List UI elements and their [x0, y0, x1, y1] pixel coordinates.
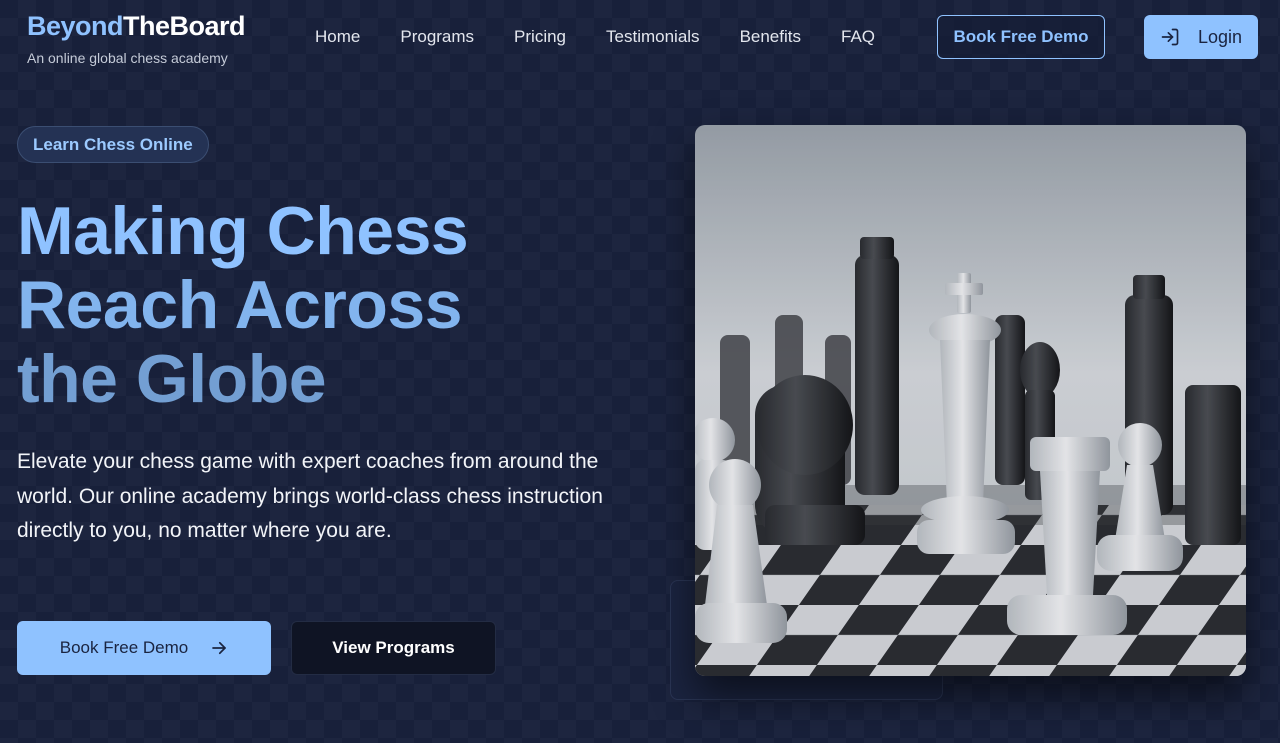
hero-book-demo-label: Book Free Demo	[59, 638, 189, 657]
site-header: BeyondTheBoard An online global chess ac…	[0, 0, 1280, 80]
brand-logo[interactable]: BeyondTheBoard	[27, 10, 246, 42]
brand-tagline: An online global chess academy	[27, 50, 228, 66]
view-programs-button[interactable]: View Programs	[291, 621, 496, 675]
hero-headline: Making Chess Reach Across the Globe	[17, 194, 617, 416]
nav-testimonials[interactable]: Testimonials	[606, 26, 700, 48]
chess-pieces-photo	[695, 125, 1246, 676]
headline-line-2: Reach Across	[17, 267, 463, 343]
login-button[interactable]: Login	[1144, 15, 1258, 59]
brand-name-part2: TheBoard	[123, 11, 246, 41]
nav-benefits[interactable]: Benefits	[740, 26, 801, 48]
nav-programs[interactable]: Programs	[400, 26, 474, 48]
nav-home[interactable]: Home	[315, 26, 360, 48]
login-arrow-icon	[1161, 28, 1179, 46]
brand-name-part1: Beyond	[27, 11, 124, 41]
brand[interactable]: BeyondTheBoard An online global chess ac…	[27, 10, 246, 66]
login-label: Login	[1197, 26, 1243, 47]
main-nav: Home Programs Pricing Testimonials Benef…	[315, 26, 915, 48]
headline-line-3: the Globe	[17, 341, 327, 417]
hero-description: Elevate your chess game with expert coac…	[17, 450, 603, 542]
chess-scene	[695, 125, 1246, 676]
headline-line-1: Making Chess	[17, 193, 469, 269]
nav-faq[interactable]: FAQ	[841, 26, 875, 48]
hero-book-demo-button[interactable]: Book Free Demo	[17, 621, 271, 675]
nav-pricing[interactable]: Pricing	[514, 26, 566, 48]
arrow-right-icon	[212, 641, 227, 655]
header-book-demo-button[interactable]: Book Free Demo	[937, 15, 1105, 59]
hero-badge: Learn Chess Online	[17, 126, 209, 163]
